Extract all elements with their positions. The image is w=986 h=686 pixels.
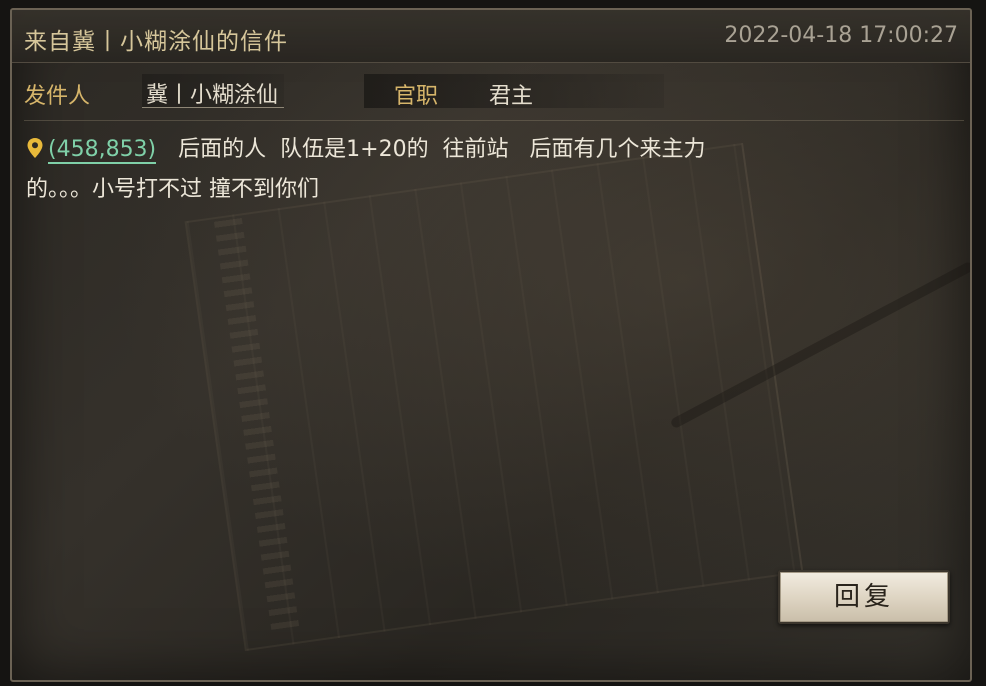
reply-button[interactable]: 回复 [778,570,950,624]
background-pattern-band [212,210,300,630]
mail-body-line-1: (458,853) 后面的人 队伍是1+20的 往前站 后面有几个来主力 [26,130,906,170]
mail-timestamp: 2022-04-18 17:00:27 [724,23,958,48]
mail-title: 来自冀丨小糊涂仙的信件 [24,29,288,55]
mail-panel: 来自冀丨小糊涂仙的信件 2022-04-18 17:00:27 发件人 冀丨小糊… [10,8,972,682]
mail-body-text-1: 后面的人 队伍是1+20的 往前站 后面有几个来主力 [178,137,706,162]
coordinates-link[interactable]: (458,853) [48,137,157,164]
sender-name[interactable]: 冀丨小糊涂仙 [142,74,285,108]
location-pin-icon[interactable] [26,133,44,158]
rank-label: 官职 [394,84,439,109]
mail-body: (458,853) 后面的人 队伍是1+20的 往前站 后面有几个来主力 的。。。… [26,130,906,210]
mail-info-row: 发件人 冀丨小糊涂仙 官职 君主 [24,74,664,110]
mail-body-text-2: 的。。。小号打不过 撞不到你们 [26,177,319,202]
mail-title-bar: 来自冀丨小糊涂仙的信件 2022-04-18 17:00:27 [12,10,970,63]
header-divider [24,120,964,121]
rank-value: 君主 [489,84,534,109]
background-brush-decoration [669,260,970,430]
background-scroll-decoration [184,142,804,652]
sender-label: 发件人 [24,84,91,109]
